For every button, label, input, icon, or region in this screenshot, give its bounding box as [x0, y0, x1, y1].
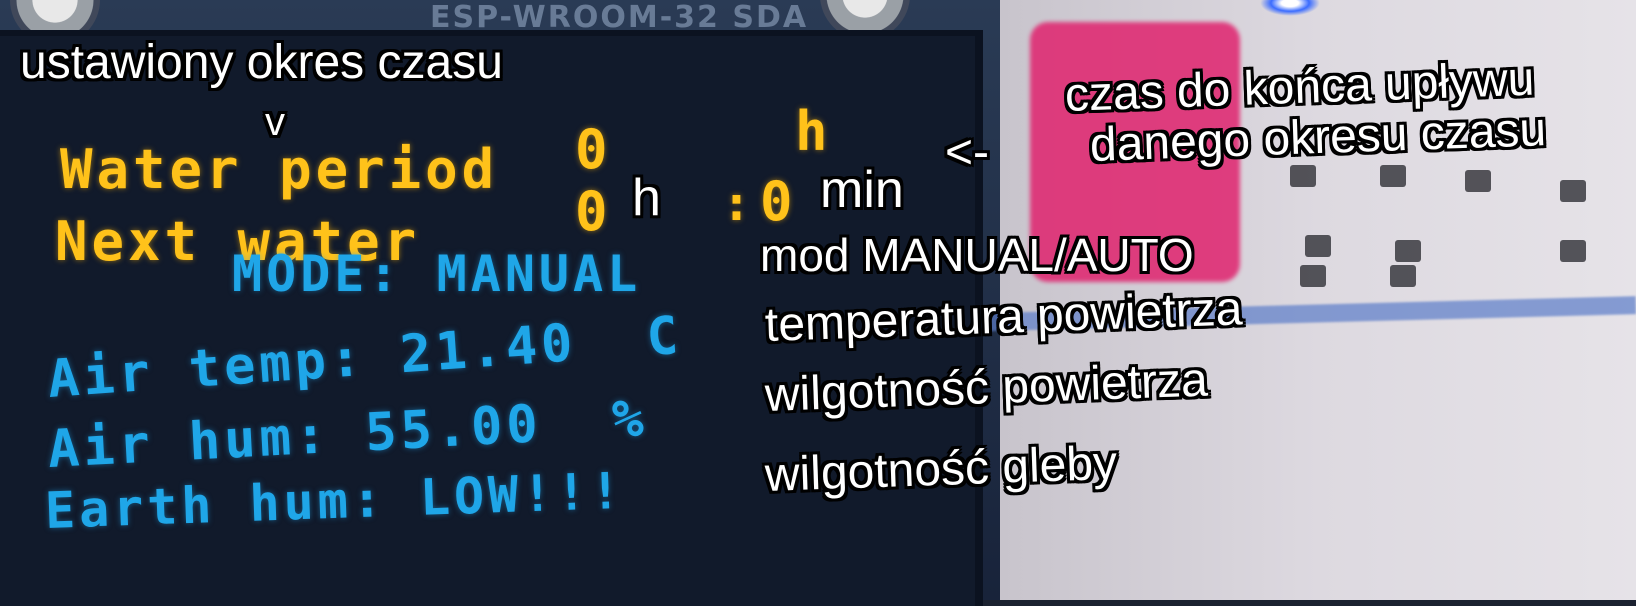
next-water-separator: :	[722, 176, 755, 232]
next-water-hours: 0	[575, 180, 612, 243]
breadboard-hole	[1300, 265, 1326, 287]
breadboard-hole	[1305, 235, 1331, 257]
down-arrow-annotation: v	[265, 100, 285, 144]
breadboard-hole	[1395, 240, 1421, 262]
breadboard-hole	[1465, 170, 1491, 192]
minutes-unit-annotation: min	[820, 161, 904, 219]
breadboard-hole	[1390, 265, 1416, 287]
breadboard-hole	[1560, 180, 1586, 202]
breadboard-hole	[1560, 240, 1586, 262]
left-arrow-annotation: <-	[945, 126, 990, 179]
breadboard-hole	[1290, 165, 1316, 187]
water-period-label: Water period	[60, 138, 499, 201]
breadboard-hole	[1380, 165, 1406, 187]
set-period-annotation: ustawiony okres czasu	[20, 36, 503, 89]
water-period-unit: h	[795, 100, 832, 163]
mode-line: MODE: MANUAL	[232, 245, 642, 303]
water-period-value: 0	[575, 118, 612, 181]
hours-unit-annotation: h	[632, 169, 661, 227]
next-water-minutes: 0	[760, 170, 797, 233]
mode-annotation: mod MANUAL/AUTO	[760, 229, 1194, 281]
